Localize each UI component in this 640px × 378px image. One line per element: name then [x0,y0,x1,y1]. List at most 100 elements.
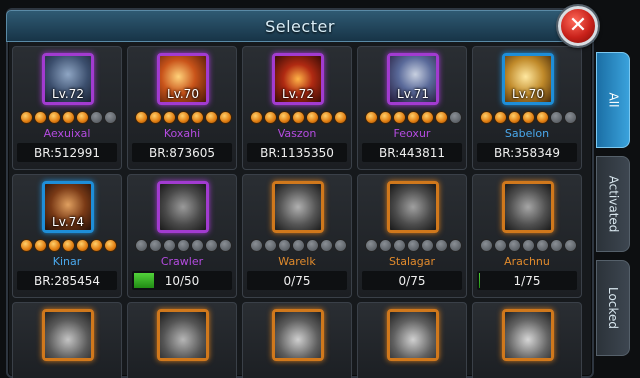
star-empty-icon [206,240,217,251]
monster-portrait [157,309,209,361]
stat-value: BR:873605 [148,145,216,160]
monster-portrait [272,181,324,233]
level-label: Lv.72 [282,87,314,101]
star-empty-icon [380,240,391,251]
monster-card[interactable] [242,302,352,378]
star-empty-icon [192,240,203,251]
tab-locked[interactable]: Locked [596,260,630,356]
monster-card[interactable] [357,302,467,378]
star-empty-icon [450,112,461,123]
stat-value: 0/75 [398,273,426,288]
monster-card[interactable]: Arachnu 1/75 [472,174,582,298]
star-empty-icon [408,240,419,251]
level-label: Lv.72 [52,87,84,101]
monster-name: Warelk [278,255,316,268]
star-rating [21,240,116,251]
star-filled-icon [49,240,60,251]
star-empty-icon [495,240,506,251]
star-empty-icon [565,240,576,251]
star-empty-icon [523,240,534,251]
monster-card[interactable]: Warelk 0/75 [242,174,352,298]
fragment-progress: 1/75 [477,271,577,290]
star-filled-icon [523,112,534,123]
monster-card[interactable] [127,302,237,378]
star-filled-icon [91,240,102,251]
monster-name: Stalagar [388,255,436,268]
monster-card[interactable]: Stalagar 0/75 [357,174,467,298]
star-filled-icon [77,112,88,123]
star-filled-icon [105,240,116,251]
star-empty-icon [321,240,332,251]
star-rating [136,112,231,123]
stat-value: BR:512991 [33,145,101,160]
star-empty-icon [150,240,161,251]
star-filled-icon [537,112,548,123]
monster-card[interactable]: Lv.71 Feoxur BR:443811 [357,46,467,170]
fragment-progress: 0/75 [247,271,347,290]
spider-icon [505,184,551,230]
star-empty-icon [551,240,562,251]
star-empty-icon [394,240,405,251]
star-filled-icon [220,112,231,123]
monster-portrait [502,309,554,361]
battle-rating: BR:1135350 [247,143,347,162]
tab-activated[interactable]: Activated [596,156,630,252]
star-empty-icon [481,240,492,251]
monster-portrait: Lv.70 [502,53,554,105]
monster-portrait: Lv.70 [157,53,209,105]
monster-portrait: Lv.72 [42,53,94,105]
tab-all-label: All [605,92,620,108]
star-empty-icon [251,240,262,251]
star-filled-icon [164,112,175,123]
tab-all[interactable]: All [596,52,630,148]
monster-card[interactable]: Lv.72 Aexuixal BR:512991 [12,46,122,170]
monster-card[interactable]: Lv.74 Kinar BR:285454 [12,174,122,298]
star-empty-icon [293,240,304,251]
star-empty-icon [164,240,175,251]
star-rating [366,112,461,123]
number-shirt-icon [505,312,551,358]
star-filled-icon [150,112,161,123]
star-empty-icon [537,240,548,251]
star-filled-icon [251,112,262,123]
battle-rating: BR:873605 [132,143,232,162]
star-empty-icon [91,112,102,123]
star-filled-icon [35,240,46,251]
star-empty-icon [307,240,318,251]
star-empty-icon [136,240,147,251]
monster-card[interactable]: Lv.70 Sabelon BR:358349 [472,46,582,170]
star-filled-icon [35,112,46,123]
star-rating [251,240,346,251]
monster-portrait [387,309,439,361]
monster-card[interactable]: Lv.70 Koxahi BR:873605 [127,46,237,170]
monster-card[interactable]: Crawler 10/50 [127,174,237,298]
level-label: Lv.70 [512,87,544,101]
stat-value: 10/50 [164,273,200,288]
star-empty-icon [450,240,461,251]
stat-value: 0/75 [283,273,311,288]
star-rating [136,240,231,251]
monster-portrait [502,181,554,233]
monster-card[interactable] [472,302,582,378]
close-button[interactable]: ✕ [558,6,598,46]
star-rating [481,112,576,123]
monster-card[interactable]: Lv.72 Vaszon BR:1135350 [242,46,352,170]
level-label: Lv.71 [397,87,429,101]
star-filled-icon [136,112,147,123]
monster-name: Vaszon [277,127,317,140]
monster-name: Sabelon [504,127,550,140]
monster-name: Arachnu [504,255,550,268]
star-filled-icon [206,112,217,123]
title-bar: Selecter [6,10,594,42]
window-title: Selecter [265,16,335,36]
monster-card[interactable] [12,302,122,378]
battle-rating: BR:512991 [17,143,117,162]
dog-icon [390,312,436,358]
tab-activated-label: Activated [606,175,621,233]
stat-value: BR:443811 [378,145,446,160]
star-filled-icon [422,112,433,123]
star-empty-icon [422,240,433,251]
rose-icon [160,312,206,358]
progress-fill [134,273,154,288]
star-filled-icon [366,112,377,123]
